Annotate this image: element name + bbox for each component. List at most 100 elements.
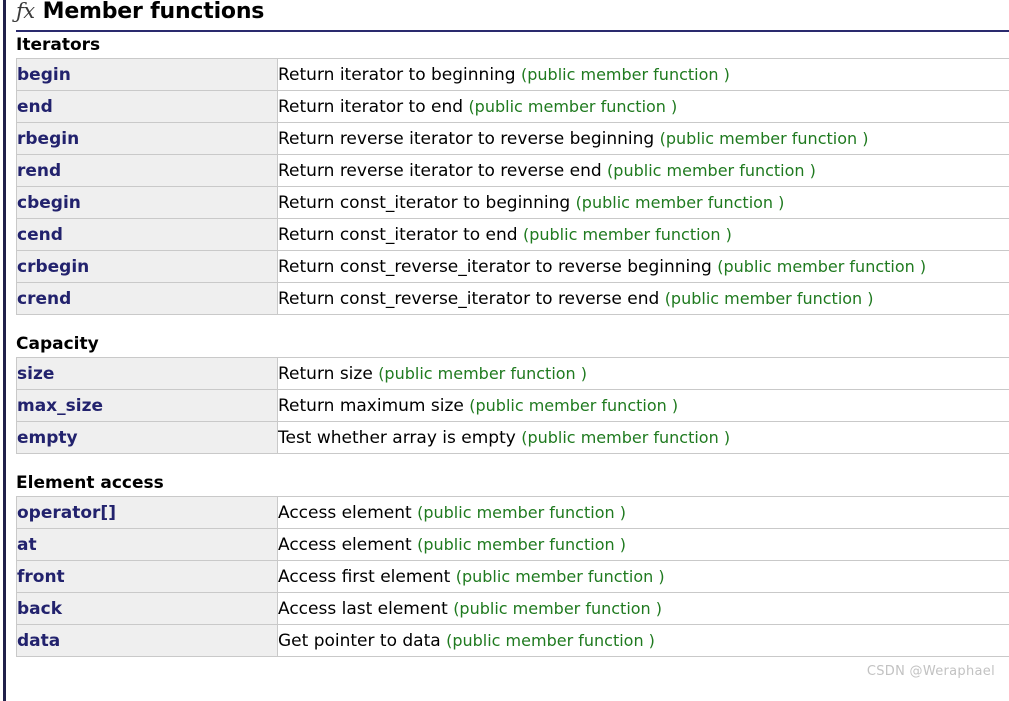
member-function-kind: (public member function ): [664, 288, 874, 308]
member-function-name[interactable]: max_size: [17, 396, 103, 416]
table-row: back Access last element (public member f…: [16, 592, 1009, 625]
member-function-name[interactable]: cend: [17, 225, 63, 245]
member-function-link[interactable]: cbegin: [16, 186, 278, 219]
member-function-description-cell: Test whether array is empty (public memb…: [277, 421, 1009, 454]
reference-content: ƒx Member functions Iterators begin Return…: [0, 0, 1009, 657]
member-function-description: Return const_reverse_iterator to reverse…: [278, 256, 712, 277]
member-function-name[interactable]: front: [17, 567, 65, 587]
member-function-kind: (public member function ): [455, 566, 665, 586]
member-function-kind: (public member function ): [468, 96, 678, 116]
table-row: front Access first element (public member…: [16, 560, 1009, 593]
member-function-kind: (public member function ): [522, 224, 732, 244]
table-row: max_size Return maximum size (public memb…: [16, 389, 1009, 422]
member-function-description-cell: Return iterator to beginning (public mem…: [277, 58, 1009, 91]
member-function-description-cell: Return const_reverse_iterator to reverse…: [277, 282, 1009, 315]
member-function-description: Return const_iterator to beginning: [278, 192, 571, 213]
member-function-description: Access last element: [278, 598, 448, 619]
member-function-description-cell: Return const_iterator to beginning (publ…: [277, 186, 1009, 219]
member-function-name[interactable]: cbegin: [17, 193, 81, 213]
member-function-link[interactable]: rbegin: [16, 122, 278, 155]
member-function-description: Get pointer to data: [278, 630, 441, 651]
member-function-description: Return reverse iterator to reverse begin…: [278, 128, 655, 149]
member-function-kind: (public member function ): [521, 64, 730, 84]
member-function-description-cell: Return size (public member function ): [277, 357, 1009, 390]
member-function-description: Test whether array is empty: [278, 427, 516, 448]
page-header: ƒx Member functions: [0, 0, 1009, 29]
member-function-link[interactable]: empty: [16, 421, 278, 454]
table-row: operator[] Access element (public member …: [16, 496, 1009, 529]
member-function-link[interactable]: cend: [16, 218, 278, 251]
member-function-name[interactable]: back: [17, 599, 62, 619]
member-function-kind: (public member function ): [417, 502, 626, 522]
member-function-description-cell: Return maximum size (public member funct…: [277, 389, 1009, 422]
member-function-name[interactable]: empty: [17, 428, 78, 448]
member-function-description-cell: Access last element (public member funct…: [277, 592, 1009, 625]
member-function-kind: (public member function ): [417, 534, 626, 554]
member-function-name[interactable]: rend: [17, 161, 61, 181]
member-function-kind: (public member function ): [575, 192, 785, 212]
member-function-description-cell: Access element (public member function ): [277, 528, 1009, 561]
member-function-description: Return iterator to end: [278, 96, 464, 117]
member-function-description-cell: Return const_reverse_iterator to reverse…: [277, 250, 1009, 283]
member-function-name[interactable]: size: [17, 364, 54, 384]
section-heading: Iterators: [16, 35, 101, 55]
member-function-name[interactable]: operator[]: [17, 503, 116, 523]
member-function-name[interactable]: end: [17, 97, 53, 117]
member-function-link[interactable]: at: [16, 528, 278, 561]
member-function-table: begin Return iterator to beginning (publi…: [16, 58, 1009, 315]
member-function-kind: (public member function ): [446, 630, 655, 650]
table-row: rend Return reverse iterator to reverse e…: [16, 154, 1009, 187]
table-row: begin Return iterator to beginning (publi…: [16, 58, 1009, 91]
member-function-description-cell: Get pointer to data (public member funct…: [277, 624, 1009, 657]
table-row: end Return iterator to end (public member…: [16, 90, 1009, 123]
member-function-description-cell: Return reverse iterator to reverse begin…: [277, 122, 1009, 155]
member-function-link[interactable]: operator[]: [16, 496, 278, 529]
member-function-kind: (public member function ): [453, 598, 663, 618]
member-function-link[interactable]: max_size: [16, 389, 278, 422]
member-function-description: Return size: [278, 363, 373, 384]
member-function-description: Return reverse iterator to reverse end: [278, 160, 602, 181]
member-function-link[interactable]: begin: [16, 58, 278, 91]
member-function-description: Return const_reverse_iterator to reverse…: [278, 288, 660, 309]
member-function-kind: (public member function ): [607, 160, 816, 180]
member-function-link[interactable]: end: [16, 90, 278, 123]
title-row: ƒx Member functions: [16, 0, 1009, 29]
sections-container: Iterators begin Return iterator to beginni…: [0, 32, 1009, 657]
watermark: CSDN @Weraphael: [866, 664, 995, 679]
member-function-link[interactable]: crbegin: [16, 250, 278, 283]
member-function-link[interactable]: size: [16, 357, 278, 390]
member-function-description-cell: Return const_iterator to end (public mem…: [277, 218, 1009, 251]
page-title: Member functions: [42, 0, 265, 24]
member-function-description: Access element: [278, 534, 412, 555]
member-function-kind: (public member function ): [717, 256, 927, 276]
member-function-link[interactable]: crend: [16, 282, 278, 315]
member-function-description: Access element: [278, 502, 412, 523]
member-function-link[interactable]: front: [16, 560, 278, 593]
table-row: cbegin Return const_iterator to beginning…: [16, 186, 1009, 219]
member-function-kind: (public member function ): [521, 427, 731, 447]
member-function-name[interactable]: at: [17, 535, 37, 555]
section-heading: Element access: [16, 473, 164, 493]
table-row: at Access element (public member function…: [16, 528, 1009, 561]
member-function-name[interactable]: data: [17, 631, 60, 651]
member-function-link[interactable]: rend: [16, 154, 278, 187]
member-function-kind: (public member function ): [469, 395, 679, 415]
member-function-name[interactable]: crbegin: [17, 257, 89, 277]
member-function-description: Return maximum size: [278, 395, 464, 416]
table-row: crend Return const_reverse_iterator to re…: [16, 282, 1009, 315]
fx-icon: ƒx: [16, 0, 35, 23]
table-row: cend Return const_iterator to end (public…: [16, 218, 1009, 251]
member-function-description: Return const_iterator to end: [278, 224, 518, 245]
member-function-description: Return iterator to beginning: [278, 64, 516, 85]
member-function-name[interactable]: crend: [17, 289, 71, 309]
member-function-description-cell: Access first element (public member func…: [277, 560, 1009, 593]
member-function-kind: (public member function ): [378, 363, 588, 383]
member-function-table: operator[] Access element (public member …: [16, 496, 1009, 657]
member-function-link[interactable]: back: [16, 592, 278, 625]
member-function-link[interactable]: data: [16, 624, 278, 657]
member-function-name[interactable]: begin: [17, 65, 71, 85]
member-function-name[interactable]: rbegin: [17, 129, 79, 149]
table-row: empty Test whether array is empty (public…: [16, 421, 1009, 454]
